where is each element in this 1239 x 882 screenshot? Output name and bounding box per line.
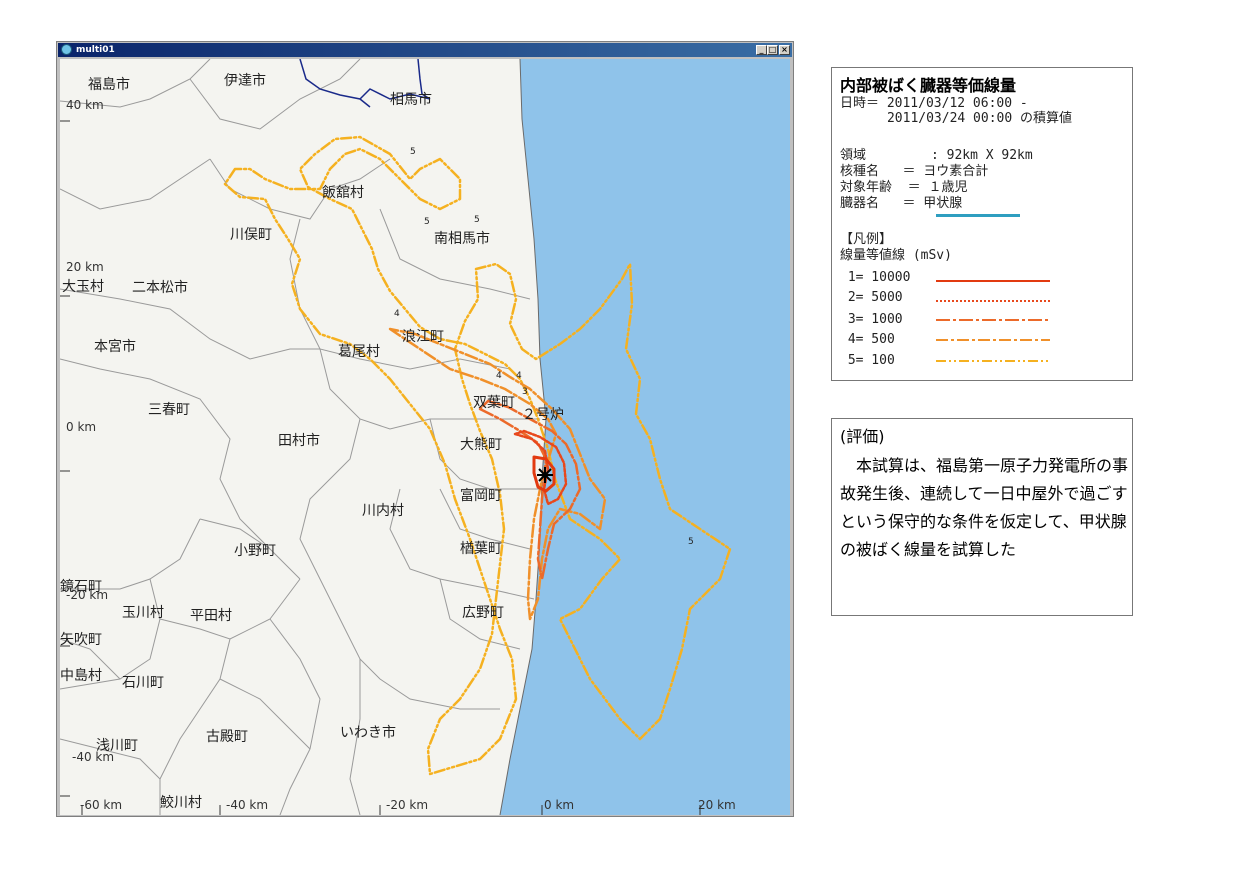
place-tamakawa: 玉川村 <box>122 605 164 621</box>
legend-line-3 <box>936 319 1050 321</box>
place-yabuki: 矢吹町 <box>60 632 102 648</box>
y-axis-label: 20 km <box>66 260 104 274</box>
place-nihonmatsu: 二本松市 <box>132 280 188 296</box>
y-axis-label: -20 km <box>66 588 109 602</box>
place-nakajima: 中島村 <box>60 668 102 684</box>
place-ishikawa: 石川町 <box>122 675 164 691</box>
place-futaba: 双葉町 <box>473 395 515 411</box>
legend-datetime: 日時＝ 2011/03/12 06:00 - <box>840 96 1028 111</box>
place-namie: 浪江町 <box>402 329 444 345</box>
legend-item-1: 1= 10000 <box>840 270 911 285</box>
x-axis-label: -60 km <box>80 798 123 812</box>
place-date: 伊達市 <box>224 73 266 89</box>
place-motomiya: 本宮市 <box>94 339 136 355</box>
contour-label: 3 <box>522 387 528 397</box>
x-axis-label: -40 km <box>226 798 269 812</box>
window-titlebar[interactable]: multi01 _ □ × <box>58 43 792 57</box>
legend-line-5 <box>936 360 1050 362</box>
map-canvas[interactable]: 福島市 伊達市 相馬市 飯舘村 川俣町 南相馬市 大玉村 二本松市 浪江町 葛尾… <box>60 59 790 815</box>
place-miharu: 三春町 <box>148 402 190 418</box>
place-katsurao: 葛尾村 <box>338 344 380 360</box>
y-axis-label: 40 km <box>66 98 104 112</box>
place-naraha: 楢葉町 <box>460 541 502 557</box>
place-iwaki: いわき市 <box>340 725 396 741</box>
y-axis-label: 0 km <box>66 420 97 434</box>
minimize-button[interactable]: _ <box>756 45 767 55</box>
legend-key-header: 【凡例】 <box>840 232 893 247</box>
legend-title: 内部被ばく臓器等価線量 <box>840 76 1017 95</box>
place-iitate: 飯舘村 <box>322 185 364 201</box>
place-hirono: 広野町 <box>462 605 504 621</box>
evaluation-panel: (評価) 本試算は、福島第一原子力発電所の事故発生後、連続して一日中屋外で過ごす… <box>831 418 1133 616</box>
organ-highlight <box>936 214 1020 217</box>
place-tomioka: 富岡町 <box>460 488 502 504</box>
plant-marker <box>537 467 553 483</box>
place-otama: 大玉村 <box>62 279 104 295</box>
place-tamura: 田村市 <box>278 433 320 449</box>
legend-line-4 <box>936 339 1050 341</box>
legend-contour-header: 線量等値線 (mSv) <box>840 248 952 263</box>
contour-label: 5 <box>474 215 480 225</box>
map-svg <box>60 59 790 815</box>
legend-region-label: 領域 <box>840 148 867 163</box>
place-okuma: 大熊町 <box>460 437 502 453</box>
evaluation-heading: (評価) <box>840 427 885 446</box>
place-samegawa: 鮫川村 <box>160 795 202 811</box>
place-hirata: 平田村 <box>190 608 232 624</box>
contour-label: 5 <box>410 147 416 157</box>
contour-label: 5 <box>424 217 430 227</box>
x-axis-label: 0 km <box>544 798 575 812</box>
place-furudono: 古殿町 <box>206 729 248 745</box>
legend-nuclide: 核種名 ＝ ヨウ素合計 <box>840 164 989 179</box>
place-soma: 相馬市 <box>390 92 432 108</box>
legend-age: 対象年齢 ＝ １歳児 <box>840 180 968 195</box>
y-axis-label: -40 km <box>72 750 115 764</box>
close-button[interactable]: × <box>779 45 790 55</box>
contour-label: 4 <box>394 309 400 319</box>
x-axis-label: -20 km <box>386 798 429 812</box>
contour-label: 4 <box>496 371 502 381</box>
legend-panel: 内部被ばく臓器等価線量 日時＝ 2011/03/12 06:00 - 2011/… <box>831 67 1133 381</box>
place-ono: 小野町 <box>234 543 276 559</box>
legend-region-value: : 92km X 92km <box>884 148 1033 163</box>
legend-item-3: 3= 1000 <box>840 312 903 327</box>
x-axis-label: 20 km <box>698 798 736 812</box>
maximize-button[interactable]: □ <box>767 45 778 55</box>
legend-line-1 <box>936 280 1050 282</box>
legend-item-4: 4= 500 <box>840 332 895 347</box>
place-kawauchi: 川内村 <box>362 503 404 519</box>
map-window: multi01 _ □ × 福島市 伊達市 相馬市 飯舘村 川俣町 南相馬市 大… <box>56 41 794 817</box>
place-fukushima: 福島市 <box>88 77 130 93</box>
legend-organ: 臓器名 ＝ 甲状腺 <box>840 196 963 211</box>
legend-item-2: 2= 5000 <box>840 290 903 305</box>
legend-item-5: 5= 100 <box>840 353 895 368</box>
contour-label: 5 <box>688 537 694 547</box>
legend-datetime-2: 2011/03/24 00:00 の積算値 <box>840 111 1073 126</box>
window-title: multi01 <box>76 45 115 55</box>
place-kawamata: 川俣町 <box>230 227 272 243</box>
reactor-label: ２号炉 <box>522 407 564 423</box>
app-icon <box>61 44 72 55</box>
legend-line-2 <box>936 300 1050 302</box>
contour-label: 4 <box>516 371 522 381</box>
evaluation-body: 本試算は、福島第一原子力発電所の事故発生後、連続して一日中屋外で過ごすという保守… <box>840 456 1129 559</box>
place-minamisoma: 南相馬市 <box>434 231 490 247</box>
